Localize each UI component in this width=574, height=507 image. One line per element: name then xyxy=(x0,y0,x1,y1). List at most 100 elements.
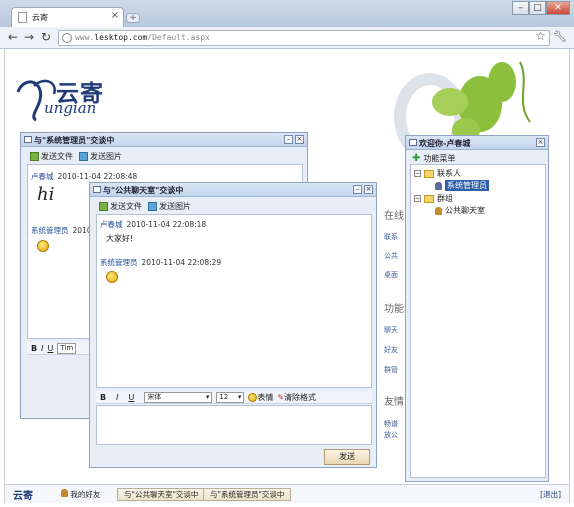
friend-heading: 友情 xyxy=(384,397,404,408)
message-header: 系统管理员 2010-11-04 22:08:29 xyxy=(100,258,222,267)
side-link-6[interactable]: 群管 xyxy=(384,365,398,375)
minimize-icon[interactable]: – xyxy=(284,135,293,144)
underline-button[interactable]: U xyxy=(47,344,53,353)
bold-button[interactable]: B xyxy=(100,393,106,402)
page-icon xyxy=(18,12,27,23)
tree-node-group[interactable]: 公共聊天室 xyxy=(435,205,485,216)
window-title: 与"系统管理员"交谈中 xyxy=(34,136,115,145)
send-image-button[interactable]: 发送图片 xyxy=(148,201,191,212)
window-icon xyxy=(24,136,32,143)
panel-title: 欢迎你-卢春城 xyxy=(419,139,471,148)
italic-button[interactable]: I xyxy=(41,344,43,353)
folder-icon xyxy=(424,169,434,178)
function-heading: 功能 xyxy=(384,304,404,315)
message-header: 卢春城 2010-11-04 22:08:48 xyxy=(31,172,138,181)
font-select[interactable]: Tim xyxy=(57,342,77,354)
my-friends-button[interactable]: 我的好友 xyxy=(61,489,100,500)
tree-node-contacts[interactable]: − 联系人 xyxy=(414,168,461,179)
maximize-button[interactable]: □ xyxy=(529,1,546,15)
window-icon xyxy=(409,139,417,146)
close-window-button[interactable]: ✕ xyxy=(546,1,570,15)
side-link-7[interactable]: 畅谱 xyxy=(384,419,398,429)
browser-navbar: ← → ↻ www.lesktop.com/Default.aspx ☆ 🔧︎ xyxy=(0,27,574,49)
emoji-button[interactable]: 表情 xyxy=(248,392,273,403)
send-file-icon xyxy=(30,152,39,161)
browser-tab[interactable]: 云寄 × xyxy=(11,7,124,27)
address-bar[interactable]: www.lesktop.com/Default.aspx xyxy=(58,30,550,46)
user-icon xyxy=(435,181,442,190)
format-toolbar: B I U 宋体 ▾ 12 ▾ 表情 ✎清除格式 xyxy=(96,391,372,404)
window-icon xyxy=(93,186,101,193)
italic-button[interactable]: I xyxy=(116,393,118,402)
forward-icon[interactable]: → xyxy=(24,30,34,44)
side-link-1[interactable]: 联系 xyxy=(384,232,398,242)
smiley-icon xyxy=(37,240,49,252)
wrench-icon[interactable]: 🔧︎ xyxy=(553,30,567,43)
back-icon[interactable]: ← xyxy=(8,30,18,44)
add-icon: ✚ xyxy=(412,153,421,164)
tab-title: 云寄 xyxy=(32,13,48,22)
size-select[interactable]: 12 ▾ xyxy=(216,391,245,403)
side-link-5[interactable]: 好友 xyxy=(384,345,398,355)
chat-window-public[interactable]: 与"公共聊天室"交谈中 – × 发送文件 发送图片 卢春城 2010-11-04 … xyxy=(89,182,377,468)
chevron-down-icon: ▾ xyxy=(237,392,242,401)
message-header: 卢春城 2010-11-04 22:08:18 xyxy=(100,220,207,229)
format-toolbar: B I U Tim xyxy=(27,342,97,355)
folder-icon xyxy=(424,194,434,203)
message-text: hi xyxy=(37,184,55,205)
side-link-8[interactable]: 放公 xyxy=(384,430,398,440)
window-titlebar[interactable]: 与"公共聊天室"交谈中 – × xyxy=(90,183,376,197)
image-icon xyxy=(79,152,88,161)
minimize-button[interactable]: – xyxy=(512,1,529,15)
logout-link[interactable]: [退出] xyxy=(540,489,561,500)
taskbar-item-public[interactable]: 与"公共聊天室"交谈中 xyxy=(117,488,206,501)
taskbar-item-admin[interactable]: 与"系统管理员"交谈中 xyxy=(203,488,292,501)
contacts-panel[interactable]: 欢迎你-卢春城 × ✚ 功能菜单 − 联系人 系统管理员 − 群组 公共聊天室 xyxy=(405,135,549,482)
message-text: 大家好! xyxy=(106,234,134,243)
send-image-button[interactable]: 发送图片 xyxy=(79,151,122,162)
url-text: www.lesktop.com/Default.aspx xyxy=(75,33,210,42)
function-menu[interactable]: ✚ 功能菜单 xyxy=(412,153,455,164)
close-icon[interactable]: × xyxy=(536,138,545,147)
underline-button[interactable]: U xyxy=(128,393,134,402)
taskbar: 云寄 我的好友 与"公共聊天室"交谈中 与"系统管理员"交谈中 [退出] xyxy=(5,484,569,503)
smiley-icon xyxy=(248,392,258,402)
globe-icon xyxy=(62,33,72,43)
message-area: 卢春城 2010-11-04 22:08:18 大家好! 系统管理员 2010-11… xyxy=(96,214,372,388)
site-logo: 云寄 ungian xyxy=(14,72,134,122)
bold-button[interactable]: B xyxy=(31,344,37,353)
new-tab-button[interactable]: + xyxy=(126,13,140,23)
friends-icon xyxy=(61,489,68,497)
clear-format-button[interactable]: ✎清除格式 xyxy=(277,392,316,403)
window-title: 与"公共聊天室"交谈中 xyxy=(103,186,184,195)
close-tab-icon[interactable]: × xyxy=(111,10,119,21)
window-toolbar: 发送文件 发送图片 xyxy=(30,151,122,162)
image-icon xyxy=(148,202,157,211)
logo-subtext: ungian xyxy=(44,99,97,117)
collapse-icon[interactable]: − xyxy=(414,170,421,177)
contact-tree: − 联系人 系统管理员 − 群组 公共聊天室 xyxy=(410,164,546,478)
tree-node-groups[interactable]: − 群组 xyxy=(414,193,453,204)
window-titlebar[interactable]: 与"系统管理员"交谈中 – × xyxy=(21,133,307,147)
send-file-icon xyxy=(99,202,108,211)
window-controls: – □ ✕ xyxy=(512,1,570,15)
send-file-button[interactable]: 发送文件 xyxy=(30,151,73,162)
collapse-icon[interactable]: − xyxy=(414,195,421,202)
close-icon[interactable]: × xyxy=(364,185,373,194)
side-link-2[interactable]: 公共 xyxy=(384,251,398,261)
send-file-button[interactable]: 发送文件 xyxy=(99,201,142,212)
reload-icon[interactable]: ↻ xyxy=(41,30,51,44)
tree-node-contact[interactable]: 系统管理员 xyxy=(435,180,489,191)
close-icon[interactable]: × xyxy=(295,135,304,144)
chevron-down-icon: ▾ xyxy=(205,392,210,401)
panel-titlebar[interactable]: 欢迎你-卢春城 × xyxy=(406,136,548,150)
message-input[interactable] xyxy=(96,405,372,445)
bookmark-star-icon[interactable]: ☆ xyxy=(535,29,546,43)
side-link-3[interactable]: 桌面 xyxy=(384,270,398,280)
minimize-icon[interactable]: – xyxy=(353,185,362,194)
font-select[interactable]: 宋体 ▾ xyxy=(144,391,213,403)
group-icon xyxy=(435,206,442,215)
send-button[interactable]: 发送 xyxy=(324,449,370,465)
side-link-4[interactable]: 聊天 xyxy=(384,325,398,335)
online-heading: 在线 xyxy=(384,211,404,222)
